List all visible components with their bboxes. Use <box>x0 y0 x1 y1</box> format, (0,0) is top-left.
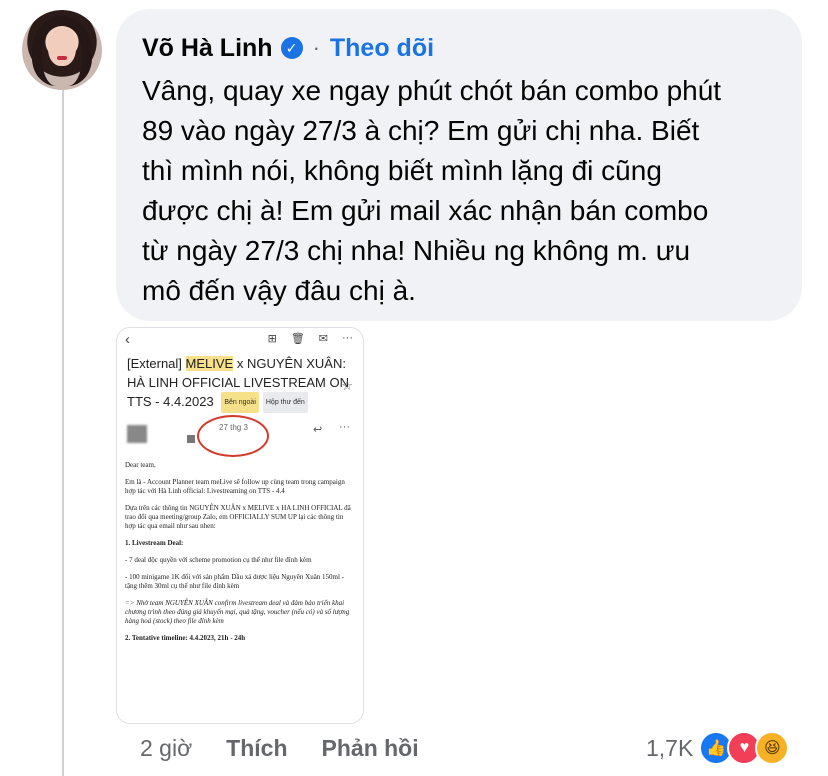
email-section-2: 2. Tentative timeline: 4.4.2023, 21h - 2… <box>125 634 246 643</box>
mail-icon: ✉ <box>318 333 328 345</box>
date-highlight-circle <box>197 415 269 458</box>
email-summary: Dựa trên các thông tin NGUYÊN XUÂN x MEL… <box>125 504 351 531</box>
tag-external: Bên ngoài <box>221 392 259 414</box>
verified-badge-icon: ✓ <box>280 37 303 59</box>
email-body: Dear team, Em là - Account Planner team … <box>117 461 363 643</box>
comment-bubble: Võ Hà Linh ✓ · Theo dõi Vâng, quay xe ng… <box>116 9 802 321</box>
separator-dot: · <box>312 35 320 60</box>
email-confirm: => Nhờ team NGUYÊN XUÂN confirm livestre… <box>125 599 350 626</box>
author-name[interactable]: Võ Hà Linh <box>142 34 273 63</box>
sender-name-blurred <box>187 435 195 444</box>
attached-email-screenshot[interactable]: ‹ ⊞ 🗑 ✉ ··· [External] MELIVE x NGUYÊN X… <box>116 327 364 724</box>
timestamp[interactable]: 2 giờ <box>140 735 192 762</box>
more-icon: ··· <box>339 421 350 434</box>
email-date: 27 thg 3 <box>219 423 248 433</box>
comment-header: Võ Hà Linh ✓ · Theo dõi <box>142 31 776 65</box>
sender-avatar-blurred <box>127 425 147 444</box>
reply-icon: ↩ <box>313 424 323 437</box>
haha-reaction-icon: 😆 <box>755 731 790 765</box>
star-icon: ☆ <box>341 378 353 393</box>
email-greeting: Dear team, <box>125 461 156 470</box>
email-meta: 27 thg 3 ↩ ··· <box>117 415 363 461</box>
avatar-face <box>48 28 76 66</box>
reaction-summary[interactable]: 1,7K 👍 ♥ 😆 <box>646 731 790 765</box>
follow-button[interactable]: Theo dõi <box>330 34 434 63</box>
avatar[interactable] <box>22 10 102 90</box>
subject-prefix: [External] <box>127 356 182 371</box>
subject-brand: MELIVE <box>185 356 234 371</box>
email-deal-2: - 100 minigame 1K đối với sản phẩm Dầu x… <box>125 573 345 591</box>
archive-icon: ⊞ <box>267 333 277 345</box>
tag-inbox: Hộp thư đến <box>262 392 308 414</box>
trash-icon: 🗑 <box>290 333 305 345</box>
subject-name: NGUYÊN XUÂN: <box>246 356 346 371</box>
avatar-lips <box>57 56 67 60</box>
reply-button[interactable]: Phản hồi <box>322 735 419 762</box>
subject-x: x <box>236 356 244 371</box>
more-icon: ··· <box>342 332 353 344</box>
email-toolbar: ‹ ⊞ 🗑 ✉ ··· <box>117 328 363 350</box>
email-section-1: 1. Livestream Deal: <box>125 539 184 548</box>
like-button[interactable]: Thích <box>226 735 287 762</box>
email-intro: Em là - Account Planner team meLive sẽ f… <box>125 478 345 496</box>
comment-actions: 2 giờ Thích Phản hồi <box>140 735 453 762</box>
email-deal-1: - 7 deal độc quyền với scheme promotion … <box>125 556 312 565</box>
email-subject: [External] MELIVE x NGUYÊN XUÂN: HÀ LINH… <box>117 350 363 414</box>
thread-line <box>62 90 64 776</box>
email-tags: Bên ngoài Hộp thư đến <box>221 392 308 414</box>
back-arrow-icon: ‹ <box>125 331 130 348</box>
comment-text: Vâng, quay xe ngay phút chót bán combo p… <box>142 75 722 306</box>
reaction-count: 1,7K <box>646 734 694 761</box>
